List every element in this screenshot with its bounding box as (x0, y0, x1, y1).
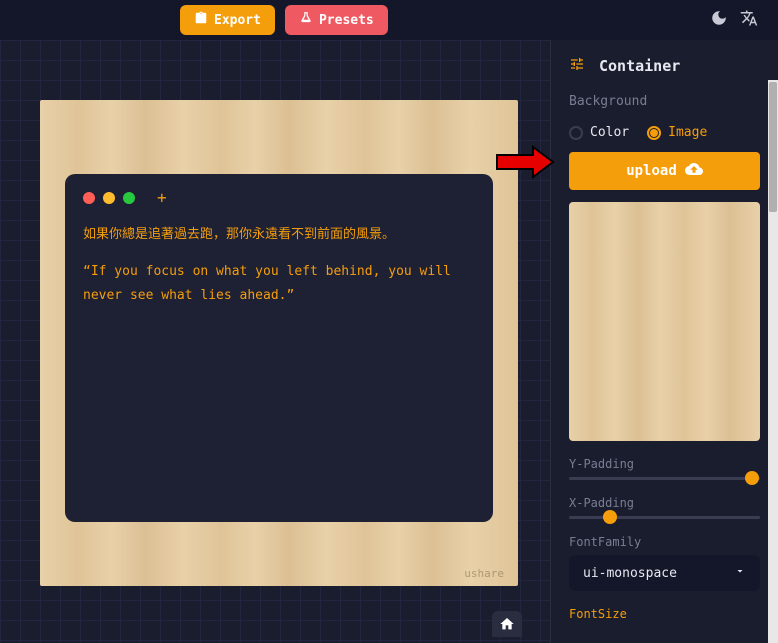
slider-thumb[interactable] (603, 510, 617, 524)
code-line-1: 如果你總是追著過去跑，那你永遠看不到前面的風景。 (83, 223, 475, 246)
clipboard-icon (194, 11, 208, 29)
top-toolbar: Export Presets (0, 0, 778, 40)
background-section-label: Background (569, 94, 760, 109)
scrollbar[interactable] (768, 80, 778, 643)
font-family-value: ui-monospace (583, 566, 677, 581)
font-size-label: FontSize (569, 607, 760, 621)
font-family-select[interactable]: ui-monospace (569, 555, 760, 591)
bg-option-color[interactable]: Color (569, 125, 629, 140)
y-padding-slider[interactable] (569, 477, 760, 480)
presets-button[interactable]: Presets (285, 5, 388, 35)
window-maximize-dot[interactable] (123, 192, 135, 204)
export-button[interactable]: Export (180, 5, 275, 35)
home-button[interactable] (492, 611, 522, 637)
code-window: + 如果你總是追著過去跑，那你永遠看不到前面的風景。 “If you focus… (65, 174, 493, 522)
sliders-icon (569, 56, 585, 76)
window-minimize-dot[interactable] (103, 192, 115, 204)
x-padding-label: X-Padding (569, 496, 760, 510)
code-line-2: “If you focus on what you left behind, y… (83, 260, 475, 307)
background-panel: + 如果你總是追著過去跑，那你永遠看不到前面的風景。 “If you focus… (40, 100, 518, 586)
bg-color-label: Color (590, 125, 629, 140)
annotation-arrow (495, 143, 557, 185)
upload-button[interactable]: upload (569, 152, 760, 190)
canvas-area: + 如果你總是追著過去跑，那你永遠看不到前面的風景。 “If you focus… (0, 40, 550, 643)
font-family-label: FontFamily (569, 535, 760, 549)
chevron-down-icon (734, 565, 746, 581)
bg-image-label: Image (668, 125, 707, 140)
moon-icon[interactable] (710, 9, 728, 31)
background-preview[interactable] (569, 202, 760, 441)
upload-label: upload (626, 163, 677, 179)
export-label: Export (214, 13, 261, 28)
radio-checked-icon (647, 126, 661, 140)
cloud-upload-icon (685, 160, 703, 182)
code-content[interactable]: 如果你總是追著過去跑，那你永遠看不到前面的風景。 “If you focus o… (83, 223, 475, 307)
add-tab-button[interactable]: + (157, 188, 167, 207)
flask-icon (299, 11, 313, 29)
window-close-dot[interactable] (83, 192, 95, 204)
watermark: ushare (464, 567, 504, 580)
bg-option-image[interactable]: Image (647, 125, 707, 140)
x-padding-slider[interactable] (569, 516, 760, 519)
slider-thumb[interactable] (745, 471, 759, 485)
radio-unchecked-icon (569, 126, 583, 140)
sidebar-title: Container (599, 57, 680, 75)
scrollbar-thumb[interactable] (769, 82, 777, 212)
language-icon[interactable] (740, 9, 758, 31)
settings-sidebar: Container Background Color Image upload … (550, 40, 778, 643)
y-padding-label: Y-Padding (569, 457, 760, 471)
presets-label: Presets (319, 13, 374, 28)
